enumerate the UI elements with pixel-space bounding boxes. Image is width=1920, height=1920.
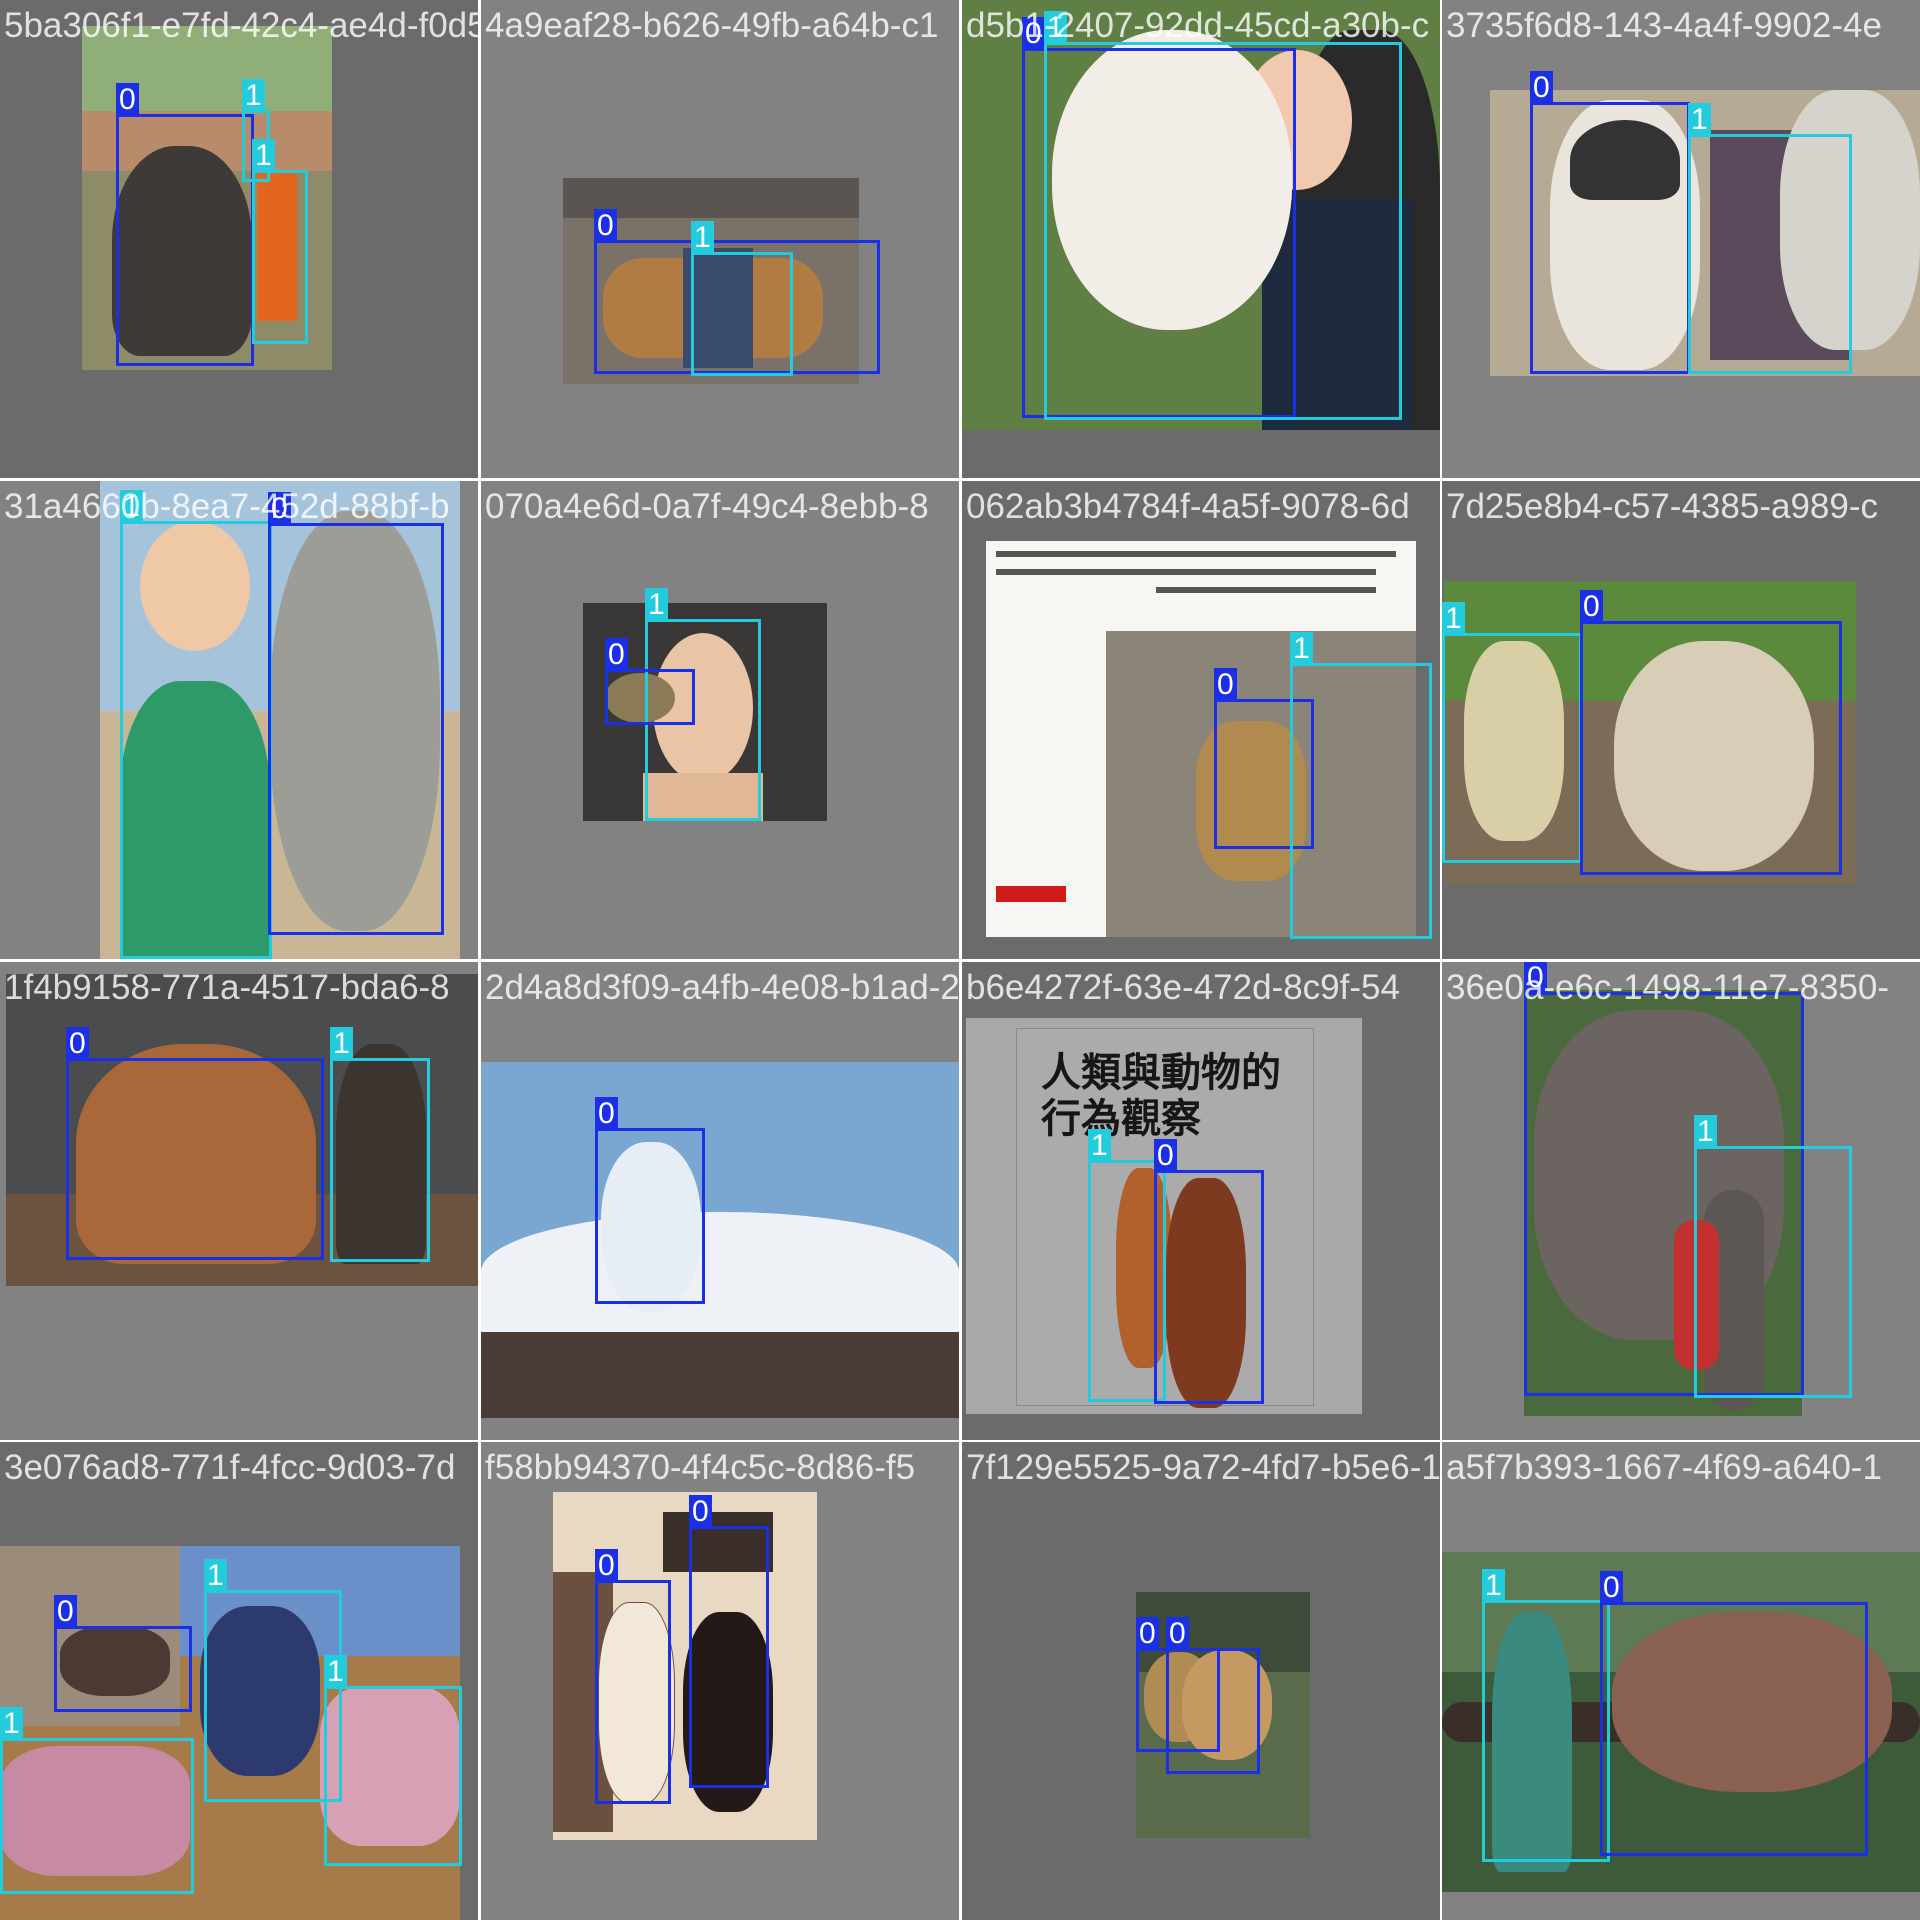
tile-title: 3e076ad8-771f-4fcc-9d03-7d — [4, 1448, 456, 1487]
bbox: 1 — [1688, 103, 1852, 374]
tile: 0 1 3735f6d8-143-4a4f-9902-4e — [1442, 0, 1920, 478]
bbox-label: 0 — [1580, 590, 1603, 624]
tile: 0 1 4a9eaf28-b626-49fb-a64b-c1 — [481, 0, 959, 478]
bbox-label: 1 — [1088, 1129, 1111, 1163]
bbox-label: 0 — [595, 1097, 618, 1131]
tile: 0 1 1 1 3e076ad8-771f-4fcc-9d03-7d — [0, 1442, 478, 1920]
tile-title: 7f129e5525-9a72-4fd7-b5e6-1 — [966, 1448, 1440, 1487]
bbox-label: 1 — [1442, 602, 1465, 636]
tile-title: f58bb94370-4f4c5c-8d86-f5 — [485, 1448, 916, 1487]
bbox-label: 1 — [1290, 632, 1313, 666]
bbox: 0 — [595, 1549, 671, 1804]
bbox-label: 0 — [594, 209, 617, 243]
bbox-label: 1 — [330, 1027, 353, 1061]
tile: 0 1 d5b1-2407-92dd-45cd-a30b-c — [962, 0, 1440, 478]
bbox: 1 — [120, 490, 272, 959]
bbox: 1 — [691, 221, 793, 376]
bbox: 1 — [324, 1655, 462, 1866]
bbox-label: 0 — [689, 1495, 712, 1529]
tile: 1 0 a5f7b393-1667-4f69-a640-1 — [1442, 1442, 1920, 1920]
tile-title: 3735f6d8-143-4a4f-9902-4e — [1446, 6, 1882, 45]
bbox-label: 1 — [1044, 11, 1067, 45]
photo — [553, 1492, 817, 1840]
tile: 1 0 31a4660b-8ea7-452d-88bf-b — [0, 481, 478, 959]
bbox: 0 — [116, 83, 254, 366]
bbox: 0 — [66, 1027, 324, 1260]
bbox: 0 — [268, 492, 444, 935]
bbox: 0 — [1154, 1139, 1264, 1404]
bbox-label: 1 — [1482, 1569, 1505, 1603]
bbox-label: 0 — [1022, 17, 1045, 51]
tile-title: 070a4e6d-0a7f-49c4-8ebb-8 — [485, 487, 929, 526]
bbox-label: 0 — [1214, 668, 1237, 702]
bbox: 0 — [605, 638, 695, 725]
bbox: 1 — [252, 139, 308, 344]
tile: 1 0 7d25e8b4-c57-4385-a989-c — [1442, 481, 1920, 959]
bbox-label: 0 — [1530, 71, 1553, 105]
bbox: 0 — [1600, 1571, 1868, 1856]
bbox-label: 1 — [645, 588, 668, 622]
tile: 0 0 f58bb94370-4f4c5c-8d86-f5 — [481, 1442, 959, 1920]
bbox-label: 1 — [0, 1707, 23, 1741]
bbox: 1 — [1442, 602, 1582, 863]
tile: 0 1 1f4b9158-771a-4517-bda6-8 — [0, 962, 478, 1440]
bbox-label: 0 — [54, 1595, 77, 1629]
bbox-label: 0 — [595, 1549, 618, 1583]
tile: 0 2d4a8d3f09-a4fb-4e08-b1ad-2 — [481, 962, 959, 1440]
tile-title: 2d4a8d3f09-a4fb-4e08-b1ad-2 — [485, 968, 959, 1007]
bbox-label: 0 — [1166, 1617, 1189, 1651]
tile-title: a5f7b393-1667-4f69-a640-1 — [1446, 1448, 1882, 1487]
tile: 0 0 7f129e5525-9a72-4fd7-b5e6-1 — [962, 1442, 1440, 1920]
bbox-label: 0 — [116, 83, 139, 117]
tile-title: 4a9eaf28-b626-49fb-a64b-c1 — [485, 6, 939, 45]
tile-title: b6e4272f-63e-472d-8c9f-54 — [966, 968, 1400, 1007]
bbox-label: 1 — [1694, 1115, 1717, 1149]
bbox: 0 — [1166, 1617, 1260, 1774]
bbox-label: 1 — [242, 79, 265, 113]
bbox-label: 0 — [1154, 1139, 1177, 1173]
tile: 1 0 070a4e6d-0a7f-49c4-8ebb-8 — [481, 481, 959, 959]
tile-title: 7d25e8b4-c57-4385-a989-c — [1446, 487, 1878, 526]
bbox: 1 — [1290, 632, 1432, 939]
bbox: 1 — [0, 1707, 194, 1894]
bbox-label: 0 — [268, 492, 291, 526]
bbox-label: 1 — [1688, 103, 1711, 137]
bbox-label: 1 — [204, 1559, 227, 1593]
bbox-label: 1 — [120, 490, 143, 524]
bbox-label: 0 — [605, 638, 628, 672]
bbox: 0 — [595, 1097, 705, 1304]
bbox-label: 1 — [691, 221, 714, 255]
bbox-label: 1 — [252, 139, 275, 173]
tile: 0 1 1 5ba306f1-e7fd-42c4-ae4d-f0d5399f28… — [0, 0, 478, 478]
bbox-label: 1 — [324, 1655, 347, 1689]
tile-title: 062ab3b4784f-4a5f-9078-6d — [966, 487, 1410, 526]
bbox: 0 — [54, 1595, 192, 1712]
bbox: 0 — [1530, 71, 1690, 374]
bbox-label: 0 — [1524, 962, 1547, 995]
mosaic-grid: 0 1 1 5ba306f1-e7fd-42c4-ae4d-f0d5399f28… — [0, 0, 1920, 1920]
bbox: 0 — [1580, 590, 1842, 875]
bbox-label: 0 — [66, 1027, 89, 1061]
tile: 0 1 36e0a-e6c-1498-11e7-8350- — [1442, 962, 1920, 1440]
book-title-line-2: 行為觀察 — [1041, 1096, 1201, 1142]
bbox: 1 — [1482, 1569, 1610, 1862]
bbox-label: 0 — [1600, 1571, 1623, 1605]
bbox-label: 0 — [1136, 1617, 1159, 1651]
bbox: 1 — [204, 1559, 342, 1802]
photo — [481, 1062, 959, 1418]
bbox: 0 — [689, 1495, 769, 1788]
tile: 人類與動物的 行為觀察 1 0 b6e4272f-63e-472d-8c9f-5… — [962, 962, 1440, 1440]
bbox: 1 — [330, 1027, 430, 1262]
bbox: 1 — [1044, 11, 1402, 420]
tile: 0 1 062ab3b4784f-4a5f-9078-6d — [962, 481, 1440, 959]
bbox: 1 — [1694, 1115, 1852, 1398]
